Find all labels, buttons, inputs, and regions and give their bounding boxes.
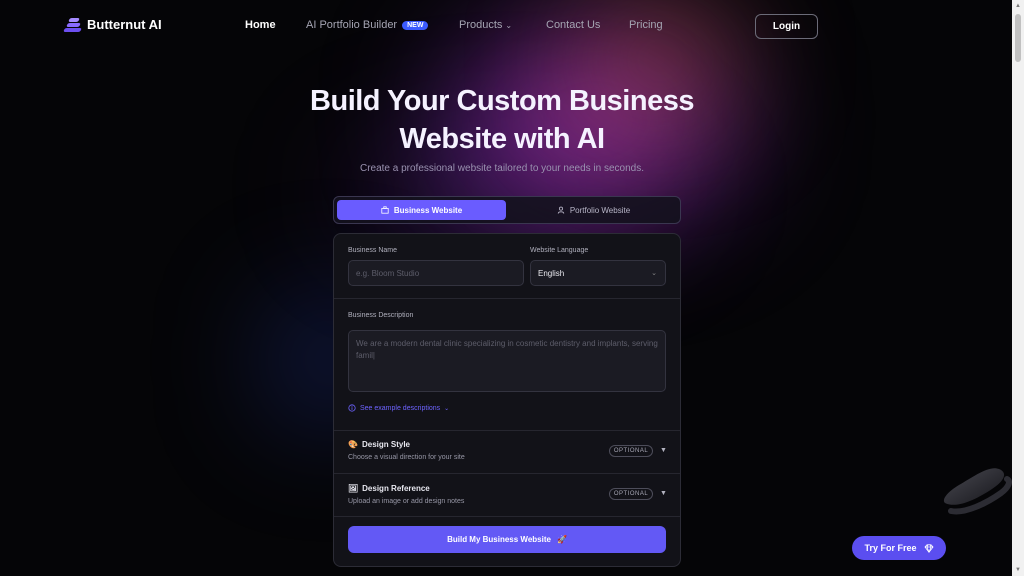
design-style-description: Choose a visual direction for your site: [348, 454, 465, 461]
info-circle-icon: [348, 404, 356, 412]
nav-products-label: Products: [459, 19, 503, 31]
design-reference-title: 🖼 Design Reference: [348, 484, 430, 493]
business-description-label: Business Description: [348, 312, 414, 319]
divider: [334, 430, 680, 431]
hero-title-line2: Website with AI: [399, 123, 605, 155]
scroll-down-arrow-icon[interactable]: ▼: [1012, 564, 1024, 576]
scrollbar-thumb[interactable]: [1015, 14, 1021, 62]
divider: [334, 473, 680, 474]
nav-ai-portfolio-builder[interactable]: AI Portfolio Builder NEW: [306, 19, 429, 31]
hero-title-line1: Build Your Custom Business: [310, 85, 694, 117]
design-reference-description: Upload an image or add design notes: [348, 498, 465, 505]
website-language-value: English: [538, 268, 565, 278]
tab-business-website-label: Business Website: [393, 205, 463, 215]
new-badge: NEW: [402, 21, 429, 30]
build-website-button-label: Build My Business Website: [447, 535, 551, 544]
design-reference-title-label: Design Reference: [362, 484, 430, 493]
expand-triangle-icon[interactable]: ▼: [660, 447, 667, 454]
nav-ai-portfolio-builder-label: AI Portfolio Builder: [306, 19, 398, 31]
hero-title: Build Your Custom Business Website with …: [262, 82, 742, 158]
nav-pricing[interactable]: Pricing: [629, 19, 663, 31]
scroll-up-arrow-icon[interactable]: ▲: [1012, 0, 1024, 12]
divider: [334, 516, 680, 517]
website-builder-form: Business Name e.g. Bloom Studio Website …: [333, 233, 681, 567]
chevron-down-icon: ⌄: [505, 21, 513, 30]
see-examples-link[interactable]: See example descriptions ⌄: [348, 404, 449, 412]
user-icon: [557, 206, 565, 214]
chevron-down-icon: ⌄: [651, 270, 657, 277]
top-nav: Butternut AI Home AI Portfolio Builder NE…: [0, 0, 1012, 52]
page-scrollbar[interactable]: ▲ ▼: [1012, 0, 1024, 576]
palette-icon: 🎨: [348, 440, 358, 449]
design-style-title-label: Design Style: [361, 440, 410, 449]
website-language-label: Website Language: [530, 247, 589, 254]
business-name-label: Business Name: [348, 247, 398, 254]
divider: [334, 298, 680, 299]
nav-contact-us[interactable]: Contact Us: [546, 19, 600, 31]
optional-badge: OPTIONAL: [609, 445, 653, 457]
website-language-select[interactable]: English ⌄: [530, 260, 666, 286]
try-for-free-button[interactable]: Try For Free: [852, 536, 946, 560]
tab-portfolio-website[interactable]: Portfolio Website: [509, 200, 678, 220]
brand-logo-link[interactable]: Butternut AI: [63, 17, 162, 32]
hero-subtitle: Create a professional website tailored t…: [359, 163, 645, 174]
login-button[interactable]: Login: [755, 14, 818, 39]
business-name-input[interactable]: e.g. Bloom Studio: [348, 260, 524, 286]
rocket-icon: 🚀: [556, 535, 567, 544]
diamond-icon: [923, 543, 934, 553]
optional-badge: OPTIONAL: [609, 488, 653, 500]
try-for-free-label: Try For Free: [864, 543, 917, 553]
build-website-button[interactable]: Build My Business Website 🚀: [348, 526, 666, 553]
butternut-logo-icon: [63, 17, 82, 32]
website-type-tabs: Business Website Portfolio Website: [333, 196, 681, 224]
nav-products[interactable]: Products ⌄: [459, 19, 512, 31]
decorative-3d-shape: [943, 468, 1012, 515]
design-style-title: 🎨 Design Style: [348, 440, 410, 449]
building-icon: [381, 206, 389, 214]
see-examples-label: See example descriptions: [360, 404, 441, 412]
image-icon: 🖼: [348, 484, 359, 493]
expand-triangle-icon[interactable]: ▼: [660, 490, 667, 497]
nav-home[interactable]: Home: [245, 19, 276, 31]
brand-name: Butternut AI: [87, 17, 162, 32]
business-description-textarea[interactable]: We are a modern dental clinic specializi…: [348, 330, 666, 392]
tab-business-website[interactable]: Business Website: [337, 200, 506, 220]
business-name-placeholder: e.g. Bloom Studio: [356, 268, 420, 278]
tab-portfolio-website-label: Portfolio Website: [569, 205, 631, 215]
chevron-down-icon: ⌄: [444, 405, 450, 412]
